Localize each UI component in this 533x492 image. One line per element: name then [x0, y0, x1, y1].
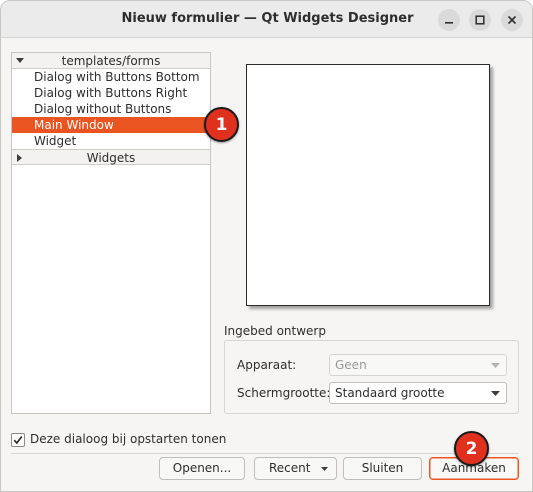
- new-form-dialog: Nieuw formulier — Qt Widgets Designer te…: [0, 0, 533, 492]
- tree-item-dialog-without-buttons[interactable]: Dialog without Buttons: [12, 101, 210, 117]
- open-button[interactable]: Openen...: [159, 457, 245, 480]
- device-label: Apparaat:: [237, 358, 297, 372]
- recent-button[interactable]: Recent: [254, 457, 337, 480]
- tree-group-label: Widgets: [86, 151, 136, 165]
- tree-group-label: templates/forms: [61, 54, 161, 68]
- close-window-button[interactable]: [501, 9, 523, 31]
- chevron-down-icon: [321, 467, 328, 471]
- annotation-badge-1-label: 1: [215, 114, 228, 135]
- embedded-design-group: Apparaat: Geen Schermgrootte: Standaard …: [224, 340, 519, 414]
- device-combo: Geen: [329, 354, 507, 376]
- embedded-design-title: Ingebed ontwerp: [224, 324, 326, 338]
- minimize-icon: [445, 22, 453, 24]
- close-button-label: Sluiten: [361, 461, 404, 475]
- maximize-icon: [475, 15, 485, 25]
- screen-size-value: Standaard grootte: [335, 386, 445, 400]
- device-value: Geen: [335, 358, 367, 372]
- chevron-down-icon: [491, 391, 500, 396]
- minimize-button[interactable]: [438, 9, 460, 31]
- chevron-down-icon: [491, 363, 500, 368]
- recent-button-label: Recent: [269, 461, 311, 475]
- checkmark-icon: [13, 435, 23, 445]
- tree-group-widgets[interactable]: Widgets: [12, 149, 210, 165]
- template-tree[interactable]: templates/forms Dialog with Buttons Bott…: [11, 52, 211, 414]
- title-bar[interactable]: Nieuw formulier — Qt Widgets Designer: [1, 1, 532, 38]
- tree-group-templates-forms[interactable]: templates/forms: [12, 53, 210, 69]
- close-button[interactable]: Sluiten: [343, 457, 422, 480]
- tree-item-dialog-buttons-bottom[interactable]: Dialog with Buttons Bottom: [12, 69, 210, 85]
- startup-checkbox[interactable]: [11, 433, 25, 447]
- close-icon: [507, 15, 517, 25]
- form-preview: [246, 64, 490, 306]
- screen-size-combo[interactable]: Standaard grootte: [329, 382, 507, 404]
- open-button-label: Openen...: [172, 461, 232, 475]
- tree-item-dialog-buttons-right[interactable]: Dialog with Buttons Right: [12, 85, 210, 101]
- maximize-button[interactable]: [469, 9, 491, 31]
- annotation-badge-1: 1: [204, 107, 239, 142]
- tree-item-widget[interactable]: Widget: [12, 133, 210, 149]
- separator: [11, 453, 519, 454]
- annotation-badge-2: 2: [454, 431, 489, 466]
- tree-item-main-window[interactable]: Main Window: [12, 117, 210, 133]
- annotation-badge-2-label: 2: [465, 438, 478, 459]
- startup-checkbox-label: Deze dialoog bij opstarten tonen: [30, 432, 227, 446]
- screen-size-label: Schermgrootte:: [237, 386, 331, 400]
